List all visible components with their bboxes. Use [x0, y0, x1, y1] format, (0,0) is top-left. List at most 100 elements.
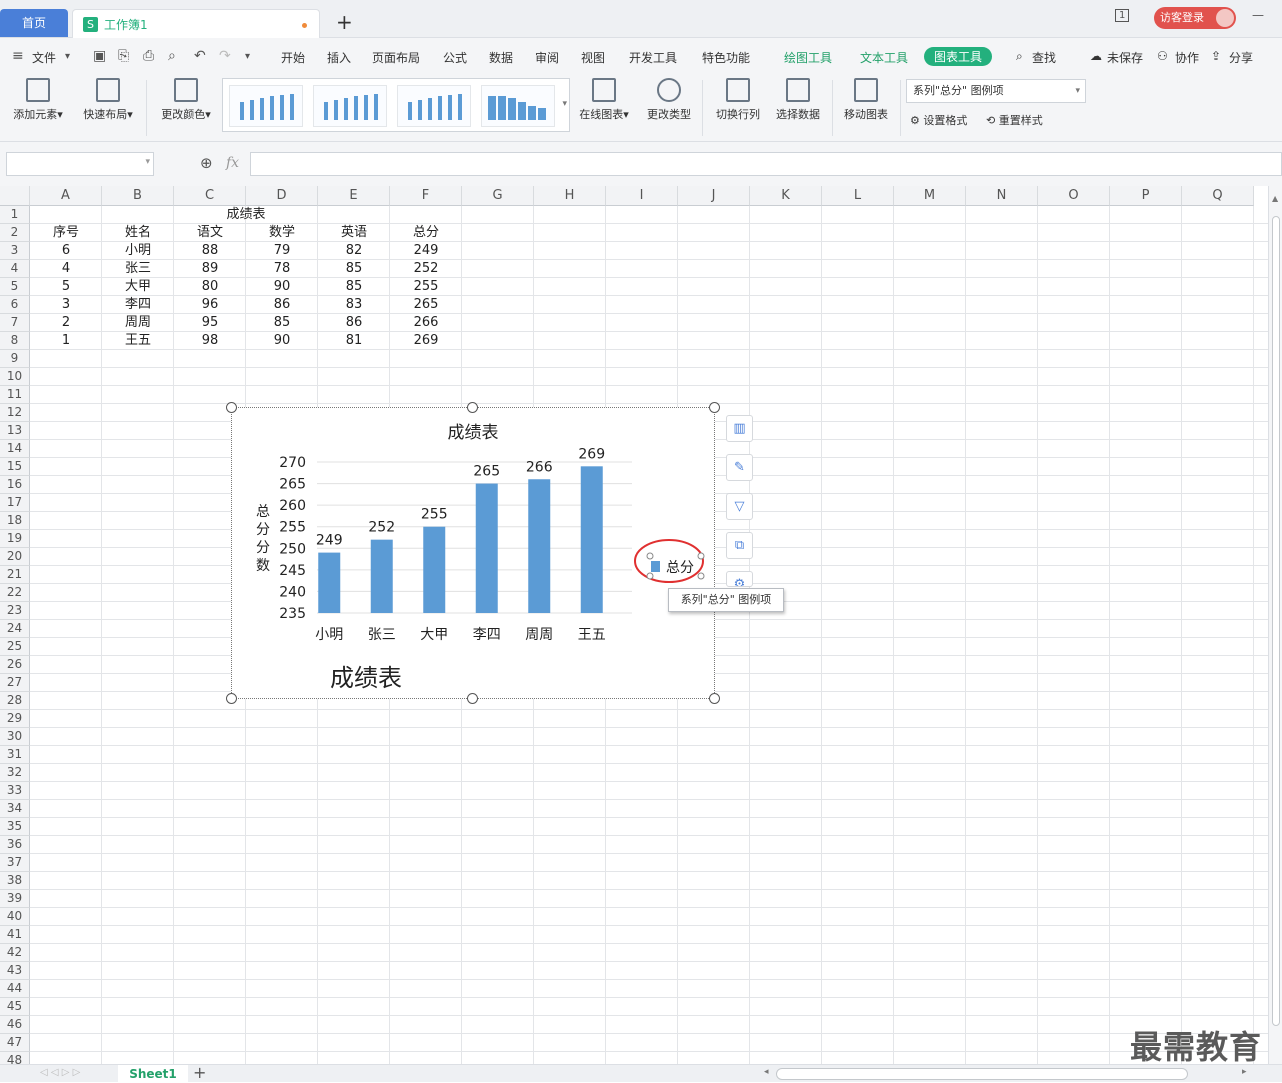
change-type-button[interactable]: 更改类型: [642, 78, 696, 122]
table-cell[interactable]: 95: [174, 314, 246, 332]
table-cell[interactable]: 5: [30, 278, 102, 296]
formula-input[interactable]: [250, 152, 1282, 176]
set-format-button[interactable]: ⚙ 设置格式: [910, 112, 967, 128]
table-cell[interactable]: 255: [390, 278, 462, 296]
chart-element-select[interactable]: 系列"总分" 图例项 ▾: [906, 79, 1086, 103]
print-icon[interactable]: ⎙: [143, 48, 154, 64]
row-header-4[interactable]: 4: [0, 260, 30, 278]
search-icon[interactable]: ⌕: [1016, 49, 1023, 64]
gallery-more-icon[interactable]: ▾: [562, 99, 567, 109]
online-chart-icon[interactable]: ⧉: [726, 532, 753, 559]
scroll-up-icon[interactable]: ▲: [1272, 194, 1278, 203]
menu-chart-tools[interactable]: 图表工具: [924, 47, 993, 66]
vertical-scroll-thumb[interactable]: [1272, 216, 1280, 1026]
chart-settings-gear-icon[interactable]: ⚙: [726, 571, 753, 587]
move-chart-button[interactable]: 移动图表: [838, 78, 894, 122]
table-cell[interactable]: 98: [174, 332, 246, 350]
row-header-44[interactable]: 44: [0, 980, 30, 998]
collaborate-button[interactable]: 协作: [1175, 49, 1199, 66]
row-header-33[interactable]: 33: [0, 782, 30, 800]
row-header-14[interactable]: 14: [0, 440, 30, 458]
undo-icon[interactable]: ↶: [194, 48, 206, 64]
row-header-47[interactable]: 47: [0, 1034, 30, 1052]
header-cell[interactable]: 语文: [174, 224, 246, 242]
row-header-19[interactable]: 19: [0, 530, 30, 548]
row-header-17[interactable]: 17: [0, 494, 30, 512]
row-header-13[interactable]: 13: [0, 422, 30, 440]
select-all-corner[interactable]: [0, 186, 30, 206]
row-header-1[interactable]: 1: [0, 206, 30, 224]
menu-start[interactable]: 开始: [281, 49, 305, 66]
table-cell[interactable]: 4: [30, 260, 102, 278]
table-cell[interactable]: 90: [246, 278, 318, 296]
table-cell[interactable]: 6: [30, 242, 102, 260]
table-cell[interactable]: 1: [30, 332, 102, 350]
column-header-a[interactable]: A: [30, 186, 102, 206]
column-header-d[interactable]: D: [246, 186, 318, 206]
chart-filter-icon[interactable]: ▽: [726, 493, 753, 520]
new-tab-button[interactable]: +: [336, 10, 353, 34]
redo-icon[interactable]: ↷: [219, 48, 231, 64]
menu-features[interactable]: 特色功能: [702, 49, 750, 66]
header-cell[interactable]: 姓名: [102, 224, 174, 242]
row-header-23[interactable]: 23: [0, 602, 30, 620]
scroll-left-icon[interactable]: ◂: [764, 1067, 769, 1077]
menu-search[interactable]: 查找: [1032, 49, 1056, 66]
table-cell[interactable]: 大甲: [102, 278, 174, 296]
chart-style-brush-icon[interactable]: ✎: [726, 454, 753, 481]
table-cell[interactable]: 2: [30, 314, 102, 332]
header-cell[interactable]: 英语: [318, 224, 390, 242]
menu-developer[interactable]: 开发工具: [629, 49, 677, 66]
resize-handle-tr[interactable]: [709, 402, 720, 413]
online-chart-button[interactable]: 在线图表▾: [574, 78, 634, 122]
row-header-43[interactable]: 43: [0, 962, 30, 980]
export-icon[interactable]: ⎘: [118, 48, 129, 64]
column-header-o[interactable]: O: [1038, 186, 1110, 206]
table-cell[interactable]: 266: [390, 314, 462, 332]
table-cell[interactable]: 85: [318, 278, 390, 296]
table-cell[interactable]: 张三: [102, 260, 174, 278]
column-header-q[interactable]: Q: [1182, 186, 1254, 206]
row-header-20[interactable]: 20: [0, 548, 30, 566]
sheet-tab-sheet1[interactable]: Sheet1: [118, 1065, 188, 1083]
column-header-i[interactable]: I: [606, 186, 678, 206]
row-header-30[interactable]: 30: [0, 728, 30, 746]
table-cell[interactable]: 78: [246, 260, 318, 278]
row-header-22[interactable]: 22: [0, 584, 30, 602]
menu-formula[interactable]: 公式: [443, 49, 467, 66]
table-cell[interactable]: 周周: [102, 314, 174, 332]
save-icon[interactable]: ▣: [93, 48, 106, 64]
resize-handle-br[interactable]: [709, 693, 720, 704]
menu-insert[interactable]: 插入: [327, 49, 351, 66]
column-header-b[interactable]: B: [102, 186, 174, 206]
table-cell[interactable]: 81: [318, 332, 390, 350]
add-element-button[interactable]: 添加元素▾: [8, 78, 68, 122]
header-cell[interactable]: 总分: [390, 224, 462, 242]
row-header-27[interactable]: 27: [0, 674, 30, 692]
column-header-e[interactable]: E: [318, 186, 390, 206]
cell-title[interactable]: 成绩表: [30, 206, 462, 224]
row-header-39[interactable]: 39: [0, 890, 30, 908]
table-cell[interactable]: 89: [174, 260, 246, 278]
zoom-icon[interactable]: ⊕: [200, 154, 213, 172]
table-cell[interactable]: 249: [390, 242, 462, 260]
row-header-11[interactable]: 11: [0, 386, 30, 404]
table-cell[interactable]: 80: [174, 278, 246, 296]
chart-style-gallery[interactable]: ▾: [222, 78, 570, 132]
table-cell[interactable]: 90: [246, 332, 318, 350]
row-header-15[interactable]: 15: [0, 458, 30, 476]
row-header-41[interactable]: 41: [0, 926, 30, 944]
resize-handle-bl[interactable]: [226, 693, 237, 704]
chart-style-2[interactable]: [313, 85, 387, 127]
fx-icon[interactable]: fx: [226, 155, 239, 171]
row-header-24[interactable]: 24: [0, 620, 30, 638]
table-cell[interactable]: 265: [390, 296, 462, 314]
column-header-k[interactable]: K: [750, 186, 822, 206]
row-header-45[interactable]: 45: [0, 998, 30, 1016]
row-header-18[interactable]: 18: [0, 512, 30, 530]
minimize-button[interactable]: —: [1252, 8, 1264, 22]
row-header-26[interactable]: 26: [0, 656, 30, 674]
table-cell[interactable]: 85: [246, 314, 318, 332]
row-header-10[interactable]: 10: [0, 368, 30, 386]
row-header-40[interactable]: 40: [0, 908, 30, 926]
